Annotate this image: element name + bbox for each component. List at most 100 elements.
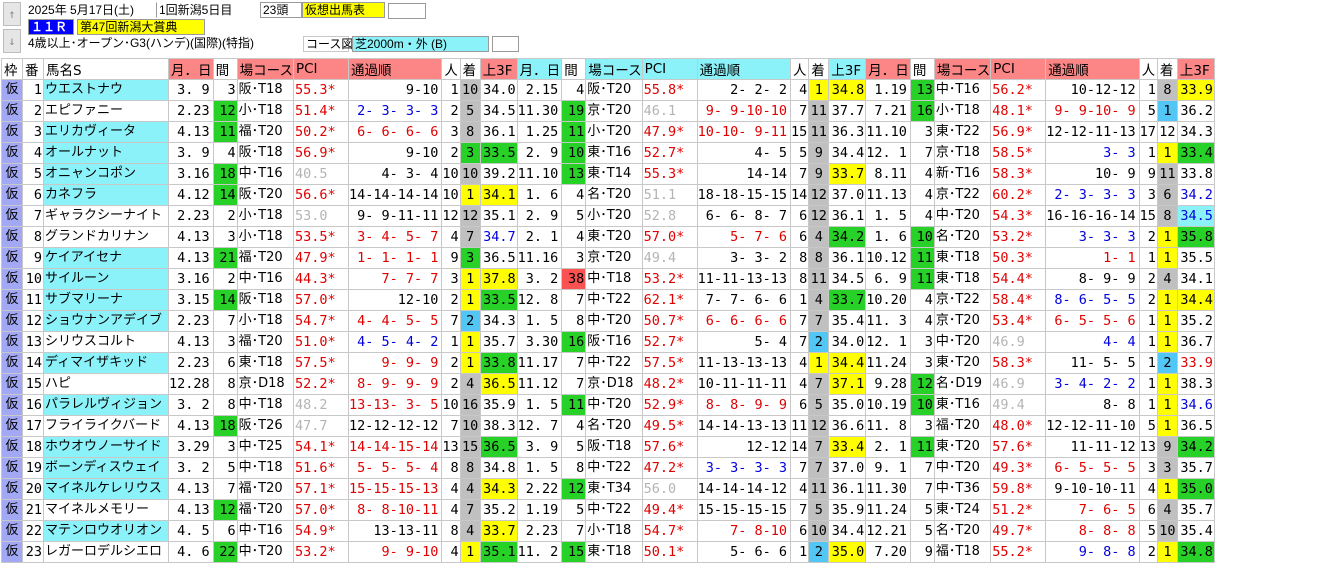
col-header-pci-1[interactable]: PCI: [292, 58, 349, 80]
col-header-horse-name[interactable]: 馬名S: [43, 58, 169, 80]
horse-name[interactable]: エピファニー: [43, 100, 169, 122]
horse-name[interactable]: ボーンディスウェイ: [43, 457, 169, 479]
race-interval-3: 10: [909, 394, 935, 416]
table-row[interactable]: 仮 13 シリウスコルト 4.13 3 福･T20 51.0* 4- 5- 4- 2 1 1 35.…: [1, 331, 1215, 353]
race-interval-2: 5: [561, 205, 587, 227]
horse-name[interactable]: マイネルケレリウス: [43, 478, 169, 500]
horse-name[interactable]: シリウスコルト: [43, 331, 169, 353]
table-row[interactable]: 仮 17 フライライクバード 4.13 18 阪･T26 47.7 12-12-12-12 7 1…: [1, 415, 1215, 437]
col-header-passing-2[interactable]: 通過順: [696, 58, 792, 80]
horse-name[interactable]: マテンロウオリオン: [43, 520, 169, 542]
horse-name[interactable]: エリカヴィータ: [43, 121, 169, 143]
table-row[interactable]: 仮 14 ディマイザキッド 2.23 6 東･T18 57.5* 9- 9- 9 2 1 33.8 1…: [1, 352, 1215, 374]
table-row[interactable]: 仮 5 オニャンコポン 3.16 18 中･T16 40.5 4- 3- 4 10 10 39.2 1…: [1, 163, 1215, 185]
table-row[interactable]: 仮 21 マイネルメモリー 4.13 12 福･T20 57.0* 8- 8-10-11 4 7 3…: [1, 499, 1215, 521]
horse-name[interactable]: サイルーン: [43, 268, 169, 290]
horse-name[interactable]: ギャラクシーナイト: [43, 205, 169, 227]
race-passing-2: 12-12: [696, 436, 792, 458]
table-row[interactable]: 仮 22 マテンロウオリオン 4. 5 6 中･T16 54.9* 13-13-11 8 4 33.…: [1, 520, 1215, 542]
col-header-last3f-2[interactable]: 上3F: [828, 58, 867, 80]
race-last3f-1: 38.3: [479, 415, 518, 437]
col-header-pci-3[interactable]: PCI: [990, 58, 1047, 80]
horse-name[interactable]: カネフラ: [43, 184, 169, 206]
table-row[interactable]: 仮 10 サイルーン 3.16 2 中･T16 44.3* 7- 7- 7 3 1 37.8 3. 2…: [1, 268, 1215, 290]
race-last3f-1: 33.7: [479, 520, 518, 542]
horse-name[interactable]: ハピ: [43, 373, 169, 395]
waku-cell: 仮: [1, 310, 23, 332]
race-course-1: 福･T20: [236, 247, 294, 269]
col-header-interval-3[interactable]: 間: [909, 58, 935, 80]
table-row[interactable]: 仮 18 ホウオウノーサイド 3.29 3 中･T25 54.1* 14-14-15-14 13…: [1, 436, 1215, 458]
table-row[interactable]: 仮 4 オールナット 3. 9 4 阪･T18 56.9* 9-10 2 3 33.5 2. 9 10 東…: [1, 142, 1215, 164]
horse-name[interactable]: ケイアイセナ: [43, 247, 169, 269]
horse-number: 1: [22, 79, 44, 101]
col-header-interval-2[interactable]: 間: [561, 58, 587, 80]
col-header-waku[interactable]: 枠: [1, 58, 23, 80]
race-passing-2: 5- 7- 6: [696, 226, 792, 248]
col-header-number[interactable]: 番: [22, 58, 44, 80]
race-finish-3: 1: [1156, 394, 1178, 416]
col-header-date-1[interactable]: 月．日: [168, 58, 214, 80]
horse-name[interactable]: レガーロデルシエロ: [43, 541, 169, 563]
horse-name[interactable]: パラレルヴィジョン: [43, 394, 169, 416]
col-header-pci-2[interactable]: PCI: [641, 58, 698, 80]
col-header-date-2[interactable]: 月．日: [516, 58, 563, 80]
table-row[interactable]: 仮 3 エリカヴィータ 4.13 11 福･T20 50.2* 6- 6- 6- 6 3 8 36.…: [1, 121, 1215, 143]
prev-race-button[interactable]: ↑: [3, 2, 21, 26]
col-header-last3f-3[interactable]: 上3F: [1176, 58, 1215, 80]
col-header-interval-1[interactable]: 間: [212, 58, 238, 80]
course-extra-field[interactable]: [492, 36, 519, 52]
race-last3f-2: 36.1: [828, 247, 867, 269]
col-header-course-2[interactable]: 場コース: [585, 58, 643, 80]
col-header-finish-2[interactable]: 着: [808, 58, 830, 80]
mode-badge[interactable]: 仮想出馬表: [302, 2, 385, 18]
table-row[interactable]: 仮 2 エピファニー 2.23 12 小･T18 51.4* 2- 3- 3- 3 2 5 34.5…: [1, 100, 1215, 122]
col-header-popularity-3[interactable]: 人: [1138, 58, 1158, 80]
race-date-1: 4. 5: [168, 520, 214, 542]
table-row[interactable]: 仮 20 マイネルケレリウス 4.13 7 福･T20 57.1* 15-15-15-13 4 4…: [1, 478, 1215, 500]
horse-name[interactable]: サブマリーナ: [43, 289, 169, 311]
col-header-finish-1[interactable]: 着: [459, 58, 481, 80]
horse-name[interactable]: ショウナンアデイブ: [43, 310, 169, 332]
race-finish-2: 2: [808, 541, 830, 563]
race-course-2: 名･T20: [585, 184, 643, 206]
race-interval-2: 19: [561, 100, 587, 122]
col-header-finish-3[interactable]: 着: [1156, 58, 1178, 80]
horse-name[interactable]: ウエストナウ: [43, 79, 169, 101]
next-race-button[interactable]: ↓: [3, 29, 21, 53]
horse-name[interactable]: ディマイザキッド: [43, 352, 169, 374]
col-header-popularity-1[interactable]: 人: [441, 58, 461, 80]
col-header-last3f-1[interactable]: 上3F: [479, 58, 518, 80]
table-row[interactable]: 仮 9 ケイアイセナ 4.13 21 福･T20 47.9* 1- 1- 1- 1 9 3 36.5…: [1, 247, 1215, 269]
table-row[interactable]: 仮 12 ショウナンアデイブ 2.23 7 小･T18 54.7* 4- 4- 5- 5723…: [1, 310, 1215, 332]
race-pci-1: 53.5*: [292, 226, 349, 248]
col-header-popularity-2[interactable]: 人: [790, 58, 810, 80]
race-date-1: 3.29: [168, 436, 214, 458]
race-interval-1: 3: [212, 436, 238, 458]
table-row[interactable]: 仮 19 ボーンディスウェイ 3. 2 5 中･T18 51.6* 5- 5- 5- 4883…: [1, 457, 1215, 479]
table-row[interactable]: 仮 15 ハピ 12.28 8 京･D18 52.2* 8- 9- 9- 9 2 4 36.5 11.…: [1, 373, 1215, 395]
horse-name[interactable]: ホウオウノーサイド: [43, 436, 169, 458]
race-finish-3: 1: [1156, 541, 1178, 563]
horse-name[interactable]: オニャンコポン: [43, 163, 169, 185]
mode-field[interactable]: [388, 3, 426, 19]
horse-name[interactable]: マイネルメモリー: [43, 499, 169, 521]
table-row[interactable]: 仮 16 パラレルヴィジョン 3. 2 8 中･T18 48.2 13-13- 3- 5 10 1…: [1, 394, 1215, 416]
col-header-course-1[interactable]: 場コース: [236, 58, 294, 80]
horse-name[interactable]: フライライクバード: [43, 415, 169, 437]
course-map-button[interactable]: コース図: [303, 36, 353, 52]
col-header-passing-3[interactable]: 通過順: [1045, 58, 1140, 80]
col-header-date-3[interactable]: 月．日: [865, 58, 911, 80]
race-last3f-1: 34.3: [479, 310, 518, 332]
race-last3f-2: 37.1: [828, 373, 867, 395]
horse-name[interactable]: グランドカリナン: [43, 226, 169, 248]
table-row[interactable]: 仮 6 カネフラ 4.12 14 阪･T20 56.6* 14-14-14-14 10 1 34.1…: [1, 184, 1215, 206]
table-row[interactable]: 仮 8 グランドカリナン 4.13 3 小･T18 53.5* 3- 4- 5- 7 4 7 34.…: [1, 226, 1215, 248]
col-header-course-3[interactable]: 場コース: [933, 58, 992, 80]
table-row[interactable]: 仮 1 ウエストナウ 3. 9 3 阪･T18 55.3* 9-10 1 10 34.0 2.15 4 阪…: [1, 79, 1215, 101]
horse-name[interactable]: オールナット: [43, 142, 169, 164]
table-row[interactable]: 仮 7 ギャラクシーナイト 2.23 2 小･T18 53.0 9- 9-11-11 12 12 3…: [1, 205, 1215, 227]
table-row[interactable]: 仮 23 レガーロデルシエロ 4. 6 22 中･T20 53.2* 9- 9-10 4 1 35.…: [1, 541, 1215, 563]
col-header-passing-1[interactable]: 通過順: [347, 58, 443, 80]
table-row[interactable]: 仮 11 サブマリーナ 3.15 14 阪･T18 57.0* 12-10 2 1 33.5 12. …: [1, 289, 1215, 311]
